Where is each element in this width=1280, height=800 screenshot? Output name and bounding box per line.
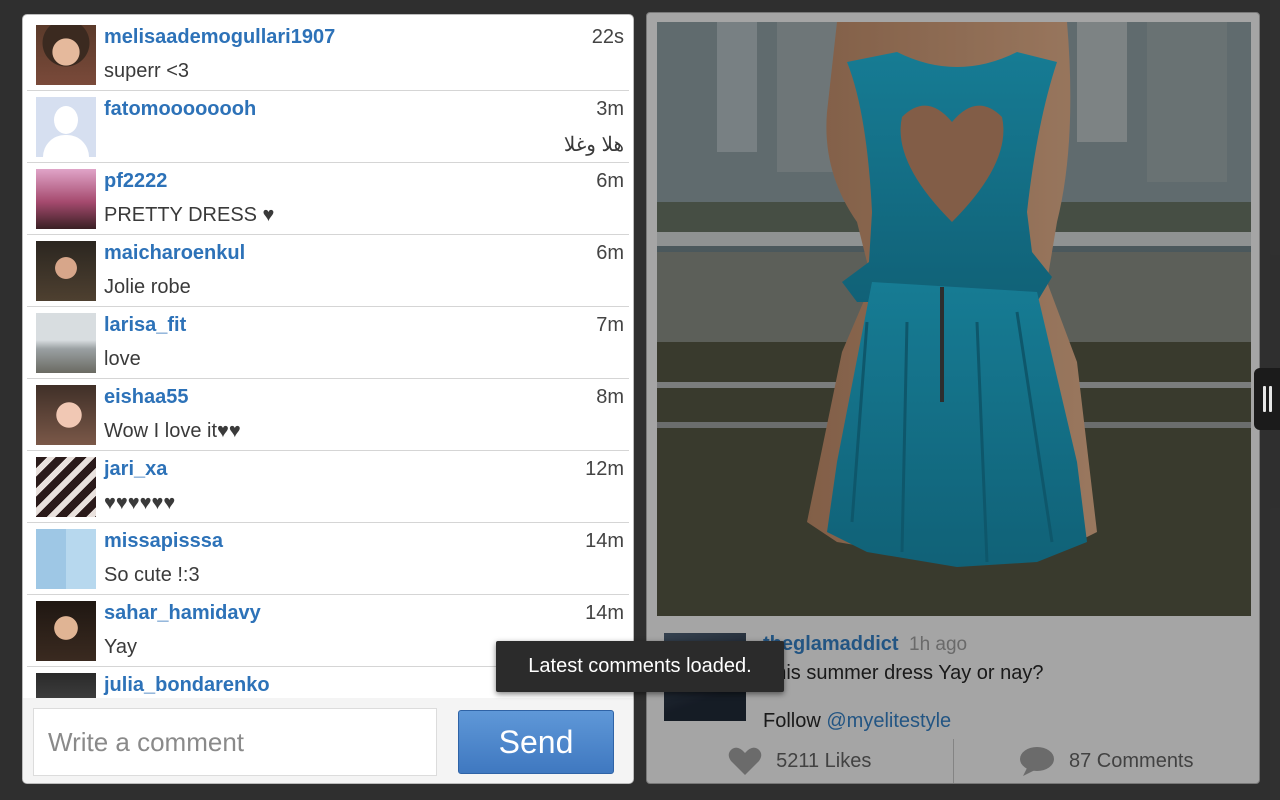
user-avatar[interactable] <box>36 673 96 698</box>
comment-time: 22s <box>591 26 624 48</box>
comment-text: هلا وغلا <box>563 134 624 156</box>
comment-row[interactable]: eishaa55 8m Wow I love it♥♥ <box>27 379 629 451</box>
user-avatar[interactable] <box>36 241 96 301</box>
comment-text: PRETTY DRESS ♥ <box>104 204 275 226</box>
comment-time: 14m <box>585 530 624 552</box>
toast-message: Latest comments loaded. <box>496 641 784 692</box>
comment-username[interactable]: missapisssa <box>104 530 223 553</box>
comment-text: Jolie robe <box>104 276 191 298</box>
user-avatar[interactable] <box>36 169 96 229</box>
comment-row[interactable]: jari_xa 12m ♥♥♥♥♥♥ <box>27 451 629 523</box>
comment-row[interactable]: fatomoooooooh 3m هلا وغلا <box>27 91 629 163</box>
user-avatar[interactable] <box>36 385 96 445</box>
comment-username[interactable]: sahar_hamidavy <box>104 602 261 625</box>
user-avatar[interactable] <box>36 457 96 517</box>
user-avatar[interactable] <box>36 313 96 373</box>
comment-username[interactable]: melisaademogullari1907 <box>104 26 335 49</box>
comment-text: love <box>104 348 141 370</box>
user-avatar[interactable] <box>36 529 96 589</box>
comment-time: 12m <box>585 458 624 480</box>
comment-time: 8m <box>596 386 624 408</box>
comment-time: 6m <box>596 242 624 264</box>
drawer-handle[interactable] <box>1254 368 1280 430</box>
comment-username[interactable]: jari_xa <box>104 458 167 481</box>
handle-bar-icon <box>1262 386 1266 412</box>
comment-username[interactable]: eishaa55 <box>104 386 189 409</box>
send-button[interactable]: Send <box>458 710 614 774</box>
comment-username[interactable]: pf2222 <box>104 170 167 193</box>
comment-time: 3m <box>596 98 624 120</box>
comment-list[interactable]: melisaademogullari1907 22s superr <3 fat… <box>27 19 629 698</box>
comment-time: 6m <box>596 170 624 192</box>
comment-row[interactable]: maicharoenkul 6m Jolie robe <box>27 235 629 307</box>
comment-time: 7m <box>596 314 624 336</box>
comment-composer: Send <box>23 698 633 783</box>
comment-username[interactable]: julia_bondarenko <box>104 674 270 697</box>
comment-text: Wow I love it♥♥ <box>104 420 241 442</box>
comment-input[interactable] <box>33 708 437 776</box>
comment-row[interactable]: melisaademogullari1907 22s superr <3 <box>27 19 629 91</box>
user-avatar[interactable] <box>36 25 96 85</box>
comment-username[interactable]: larisa_fit <box>104 314 186 337</box>
comment-username[interactable]: fatomoooooooh <box>104 98 256 121</box>
comment-text: Yay <box>104 636 137 658</box>
comment-row[interactable]: larisa_fit 7m love <box>27 307 629 379</box>
comment-row[interactable]: missapisssa 14m So cute !:3 <box>27 523 629 595</box>
comment-time: 14m <box>585 602 624 624</box>
default-avatar-icon[interactable] <box>36 97 96 157</box>
user-avatar[interactable] <box>36 601 96 661</box>
comment-text: superr <3 <box>104 60 190 82</box>
comment-row[interactable]: pf2222 6m PRETTY DRESS ♥ <box>27 163 629 235</box>
comment-username[interactable]: maicharoenkul <box>104 242 245 265</box>
handle-bar-icon <box>1268 386 1272 412</box>
comment-text: ♥♥♥♥♥♥ <box>104 492 176 514</box>
comment-text: So cute !:3 <box>104 564 200 586</box>
